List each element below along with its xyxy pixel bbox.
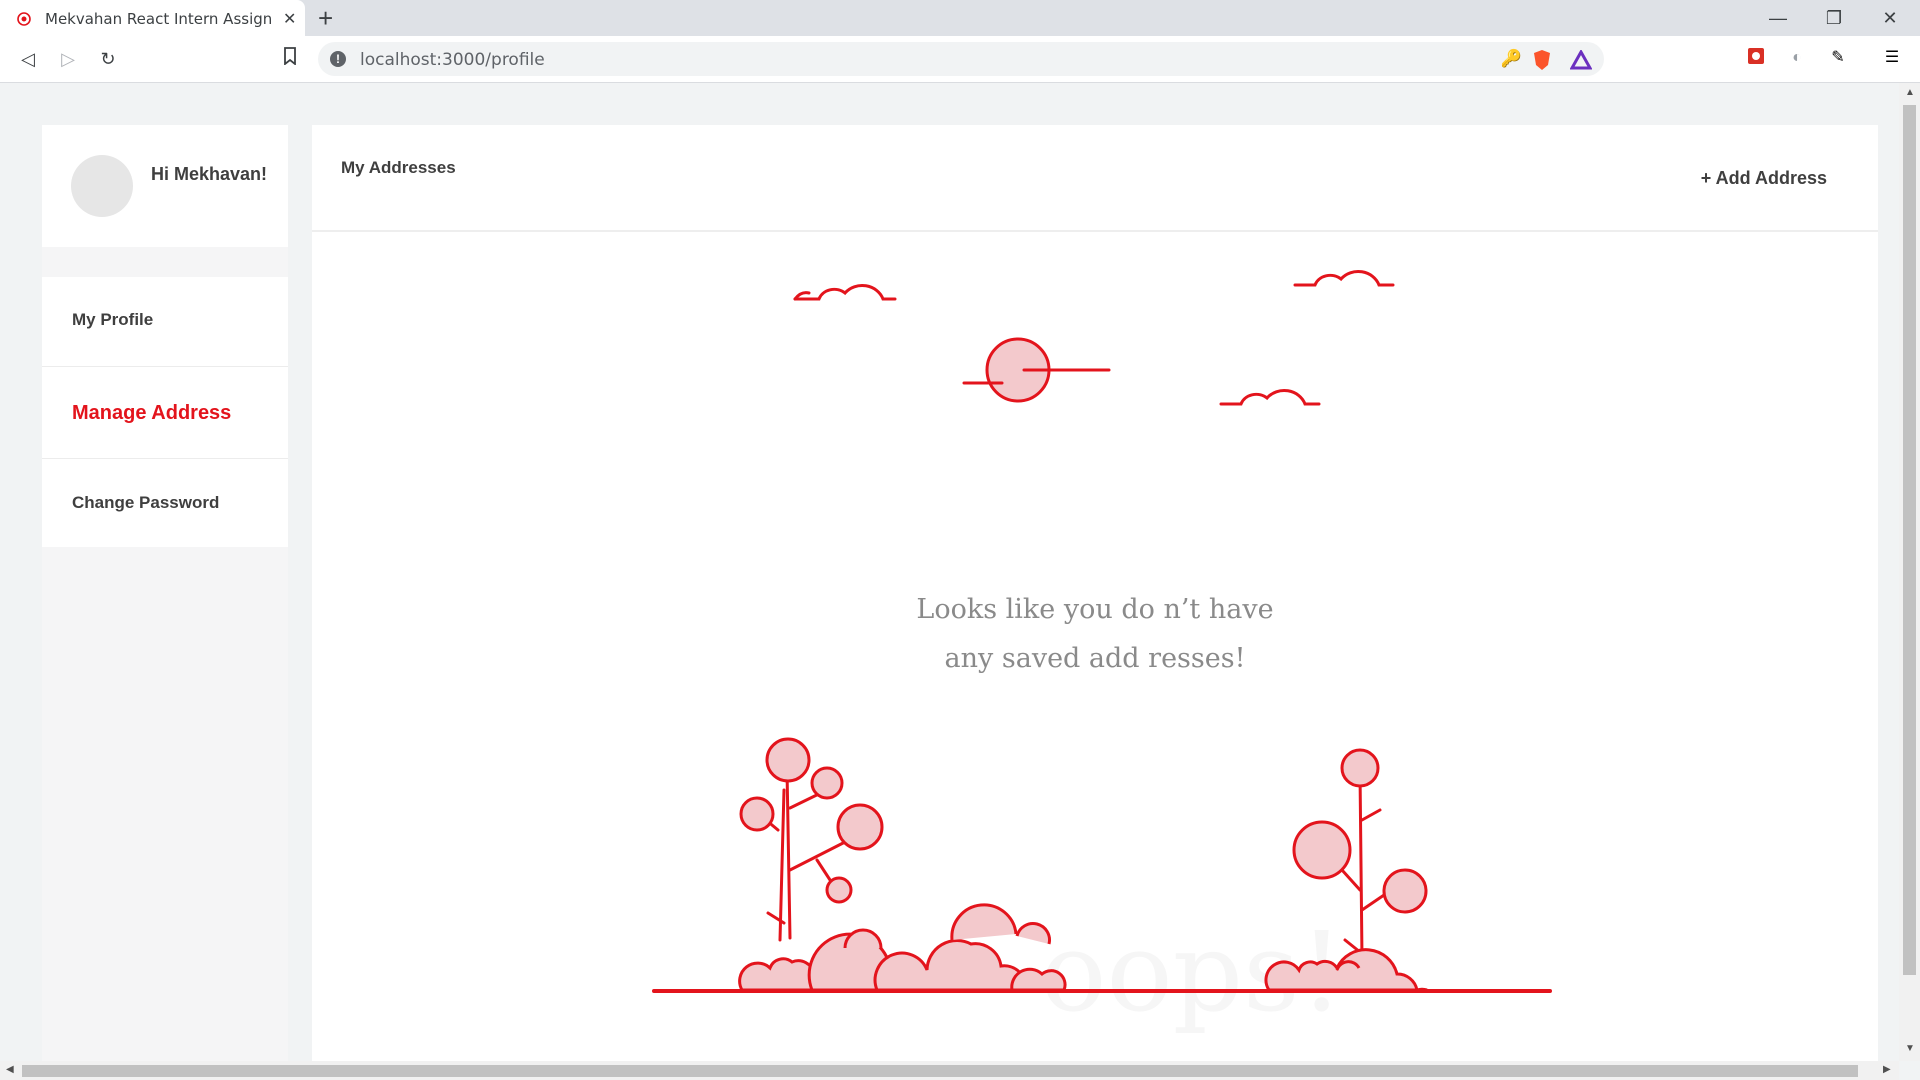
minimize-icon[interactable]: — bbox=[1758, 4, 1798, 32]
avatar bbox=[71, 155, 133, 217]
tree-icon bbox=[739, 737, 884, 942]
add-address-button[interactable]: + Add Address bbox=[1701, 168, 1827, 189]
cloud-icon bbox=[1219, 389, 1321, 406]
tab-close-icon[interactable]: ✕ bbox=[283, 9, 296, 29]
cloud-icon bbox=[793, 284, 897, 301]
extension-icon[interactable] bbox=[1745, 47, 1767, 69]
key-icon[interactable]: 🔑 bbox=[1501, 49, 1522, 69]
vertical-scrollbar[interactable]: ▲ ▼ bbox=[1899, 83, 1920, 1061]
bookmark-icon[interactable] bbox=[278, 47, 302, 71]
empty-state-line-1: Looks like you do n’t have bbox=[916, 594, 1274, 625]
brave-shield-icon[interactable] bbox=[1532, 49, 1552, 71]
sidebar-item-change-password[interactable]: Change Password bbox=[42, 459, 288, 547]
sidebar-item-label: Change Password bbox=[72, 493, 220, 512]
addresses-panel: My Addresses + Add Address oops! Looks l… bbox=[312, 125, 1878, 1065]
scroll-down-icon[interactable]: ▼ bbox=[1905, 1043, 1915, 1054]
url-text[interactable]: localhost:3000/profile bbox=[360, 50, 545, 70]
greeting-card: Hi Mekhavan! bbox=[42, 125, 288, 247]
scroll-left-icon[interactable]: ◀ bbox=[6, 1064, 14, 1075]
sidebar-item-my-profile[interactable]: My Profile bbox=[42, 277, 288, 367]
sidebar-item-label: Manage Address bbox=[72, 402, 232, 424]
site-info-icon[interactable]: ! bbox=[330, 51, 346, 67]
browser-tabstrip: Mekvahan React Intern Assignment ✕ + — ❐… bbox=[0, 0, 1920, 36]
reload-icon[interactable]: ↻ bbox=[96, 47, 120, 71]
sidebar-item-manage-address[interactable]: Manage Address bbox=[42, 367, 288, 459]
extension-2-icon[interactable]: ◐ bbox=[1786, 47, 1808, 69]
address-bar[interactable]: ! localhost:3000/profile 🔑 bbox=[318, 42, 1604, 76]
eyedropper-icon[interactable]: ✎ bbox=[1827, 47, 1849, 69]
empty-state-message: Looks like you do n’t have any saved add… bbox=[312, 585, 1878, 683]
menu-icon[interactable]: ☰ bbox=[1881, 47, 1903, 69]
cloud-icon bbox=[1293, 270, 1395, 287]
back-icon[interactable]: ◁ bbox=[16, 47, 40, 71]
tab-title: Mekvahan React Intern Assignment bbox=[45, 10, 273, 28]
new-tab-button[interactable]: + bbox=[318, 4, 333, 32]
empty-state-line-2: any saved add resses! bbox=[944, 643, 1246, 674]
sidebar-item-label: My Profile bbox=[72, 310, 154, 329]
window-close-icon[interactable]: ✕ bbox=[1870, 4, 1910, 32]
horizontal-scrollbar[interactable]: ◀ ▶ bbox=[0, 1061, 1899, 1080]
page-title: My Addresses bbox=[341, 158, 456, 177]
browser-toolbar: ◁ ▷ ↻ ! localhost:3000/profile 🔑 ◐ ✎ ☰ bbox=[0, 36, 1920, 83]
scroll-right-icon[interactable]: ▶ bbox=[1883, 1064, 1891, 1075]
sidebar bbox=[42, 125, 288, 1065]
horizontal-scroll-thumb[interactable] bbox=[22, 1065, 1858, 1077]
vertical-scroll-thumb[interactable] bbox=[1903, 105, 1916, 975]
scroll-up-icon[interactable]: ▲ bbox=[1905, 87, 1915, 98]
panel-header: My Addresses + Add Address bbox=[312, 125, 1878, 232]
sidebar-menu: My Profile Manage Address Change Passwor… bbox=[42, 277, 288, 547]
brave-rewards-icon[interactable] bbox=[1570, 50, 1592, 70]
app-favicon-icon bbox=[17, 12, 31, 26]
browser-tab[interactable]: Mekvahan React Intern Assignment ✕ bbox=[0, 0, 305, 36]
sun-icon bbox=[962, 337, 1111, 403]
greeting-text: Hi Mekhavan! bbox=[151, 164, 268, 184]
forward-icon[interactable]: ▷ bbox=[56, 47, 80, 71]
restore-icon[interactable]: ❐ bbox=[1814, 4, 1854, 32]
